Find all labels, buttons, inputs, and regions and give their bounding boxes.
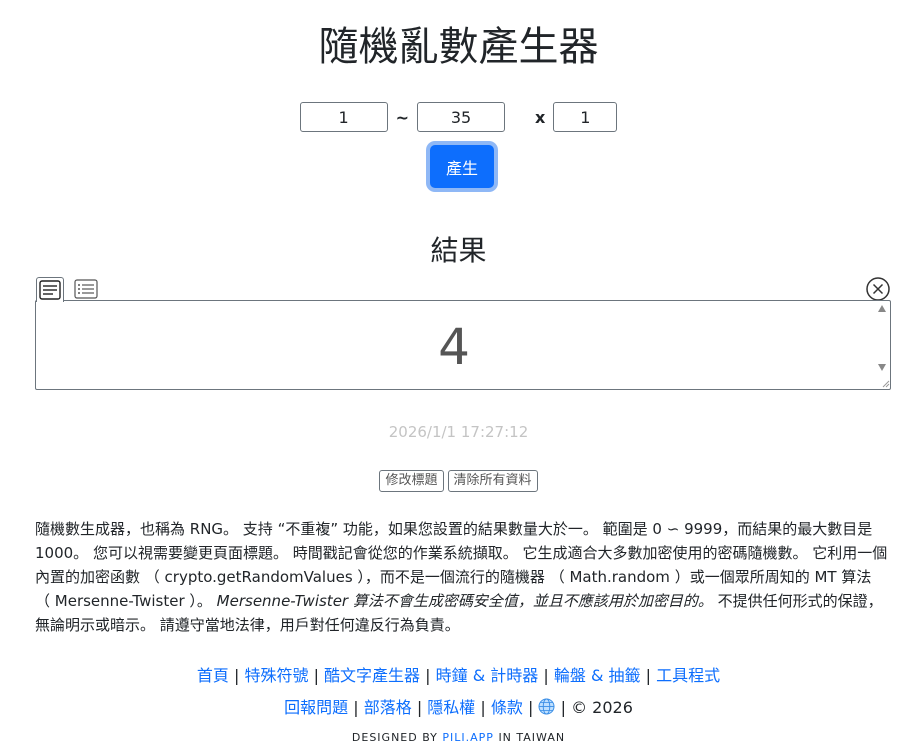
globe-icon (538, 698, 555, 715)
footer-link-wheel[interactable]: 輪盤 & 抽籤 (554, 666, 641, 685)
generate-button[interactable]: 產生 (430, 145, 494, 188)
footer-link-symbols[interactable]: 特殊符號 (244, 666, 308, 685)
tab-list-view[interactable] (72, 277, 100, 301)
footer-link-tools[interactable]: 工具程式 (656, 666, 720, 685)
footer-link-blog[interactable]: 部落格 (364, 698, 412, 717)
tab-text-view[interactable] (36, 277, 64, 302)
footer-separator: | (560, 698, 566, 717)
description: 隨機數生成器，也稱為 RNG。 支持 “不重複” 功能，如果您設置的結果數量大於… (35, 517, 891, 637)
footer-link-terms[interactable]: 條款 (491, 698, 523, 717)
result-textarea[interactable]: 4 (35, 300, 891, 390)
footer-separator: | (480, 698, 486, 717)
footer-separator: | (313, 666, 319, 685)
footer-link-cool-text[interactable]: 酷文字產生器 (324, 666, 420, 685)
result-scrollbar[interactable] (874, 301, 890, 389)
scroll-arrows-icon (878, 305, 890, 388)
generator-inputs: ~ x (0, 102, 917, 132)
footer-link-clock[interactable]: 時鐘 & 計時器 (436, 666, 539, 685)
action-buttons: 修改標題 清除所有資料 (0, 470, 917, 492)
language-button[interactable] (538, 698, 555, 719)
clear-result-button[interactable] (865, 276, 891, 302)
clear-all-button[interactable]: 清除所有資料 (447, 470, 538, 492)
footer-meta: 回報問題 | 部落格 | 隱私權 | 條款 | | © 2026 (0, 694, 917, 719)
description-italic: Mersenne-Twister 算法不會生成密碼安全值，並且不應該用於加密目的… (216, 592, 713, 610)
result-title: 結果 (430, 234, 487, 267)
times-symbol: x (535, 107, 546, 127)
footer-separator: | (528, 698, 534, 717)
max-input[interactable] (417, 102, 506, 132)
footer-separator: | (416, 698, 423, 717)
edit-title-button[interactable]: 修改標題 (379, 470, 444, 492)
designed-suffix: IN TAIWAN (498, 731, 566, 744)
footer-separator: | (353, 698, 359, 717)
footer-link-home[interactable]: 首頁 (197, 666, 229, 685)
text-view-icon (39, 280, 61, 300)
copyright: © 2026 (571, 698, 633, 717)
footer-separator: | (425, 666, 431, 685)
brand-link[interactable]: PILI.APP (442, 731, 494, 744)
footer-separator: | (543, 666, 549, 685)
result-value: 4 (438, 318, 470, 376)
result-timestamp: 2026/1/1 17:27:12 (388, 423, 529, 441)
footer-separator: | (645, 666, 652, 685)
range-separator: ~ (395, 107, 410, 127)
list-view-icon (74, 279, 98, 299)
page-title: 隨機亂數產生器 (318, 24, 599, 70)
designed-by: DESIGNED BY PILI.APP IN TAIWAN (0, 731, 917, 744)
close-circle-icon (866, 277, 890, 301)
footer-nav: 首頁 | 特殊符號 | 酷文字產生器 | 時鐘 & 計時器 | 輪盤 & 抽籤 … (0, 662, 917, 686)
footer-link-report[interactable]: 回報問題 (284, 698, 348, 717)
footer-link-privacy[interactable]: 隱私權 (427, 698, 475, 717)
footer-separator: | (233, 666, 240, 685)
count-input[interactable] (553, 102, 618, 132)
min-input[interactable] (299, 102, 388, 132)
designed-prefix: DESIGNED BY (351, 731, 438, 744)
